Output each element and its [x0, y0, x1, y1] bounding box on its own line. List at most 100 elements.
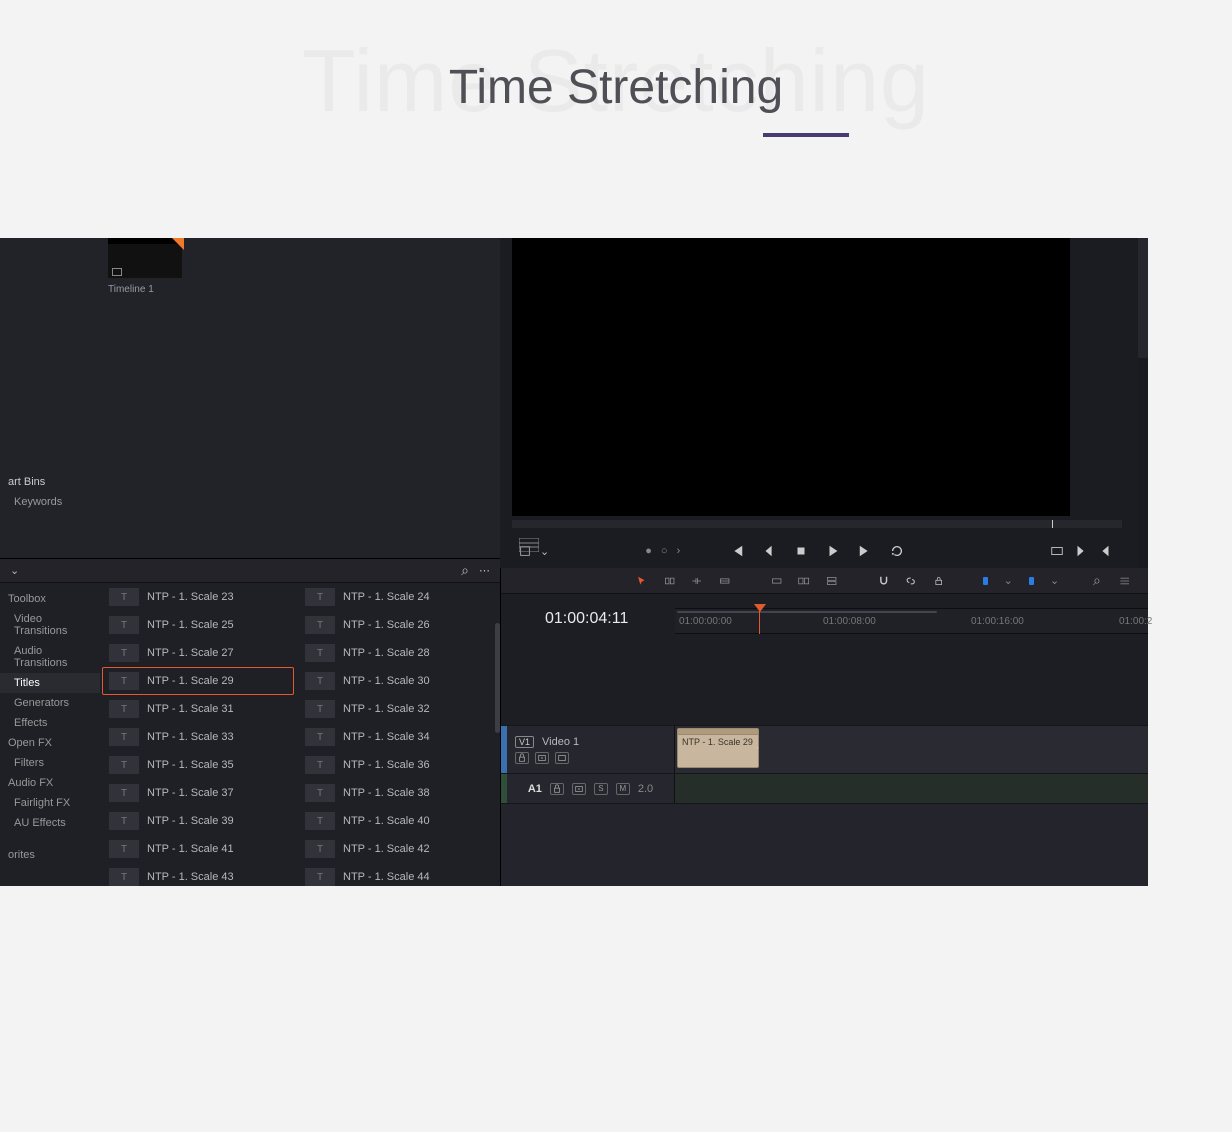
fx-collapse-chevron-icon[interactable]: ⌄ [10, 564, 19, 577]
track-auto-select-icon[interactable] [535, 752, 549, 764]
tree-au-effects[interactable]: AU Effects [0, 813, 100, 833]
go-start-icon[interactable] [730, 544, 744, 558]
fx-options-icon[interactable]: ⋯ [479, 564, 490, 577]
effects-item[interactable]: TNTP - 1. Scale 32 [298, 695, 490, 723]
tree-video-transitions[interactable]: Video Transitions [0, 609, 100, 641]
crop-chevron-icon[interactable]: ⌄ [540, 545, 549, 558]
tree-audiofx[interactable]: Audio FX [0, 773, 100, 793]
audio-track-header[interactable]: A1 S M 2.0 [507, 774, 675, 803]
go-end-icon[interactable] [858, 544, 872, 558]
tree-generators[interactable]: Generators [0, 693, 100, 713]
flag-chevron-1-icon[interactable]: ⌄ [1004, 574, 1013, 587]
effects-item[interactable]: TNTP - 1. Scale 25 [102, 611, 294, 639]
title-thumb-icon: T [305, 812, 335, 830]
effects-item[interactable]: TNTP - 1. Scale 33 [102, 723, 294, 751]
tree-titles[interactable]: Titles [0, 673, 100, 693]
effects-item[interactable]: TNTP - 1. Scale 42 [298, 835, 490, 863]
timeline-view-icon[interactable] [519, 538, 539, 552]
tree-fairlight[interactable]: Fairlight FX [0, 793, 100, 813]
link-icon[interactable] [905, 572, 916, 590]
timeline-clip[interactable]: NTP - 1. Scale 29 ⇥ [677, 728, 759, 768]
effects-item[interactable]: TNTP - 1. Scale 38 [298, 779, 490, 807]
effects-item[interactable]: TNTP - 1. Scale 35 [102, 751, 294, 779]
track-display-icon[interactable] [555, 752, 569, 764]
replace-tool-icon[interactable] [798, 572, 809, 590]
snap-magnet-icon[interactable] [878, 572, 889, 590]
effects-item[interactable]: TNTP - 1. Scale 41 [102, 835, 294, 863]
selection-tool-icon[interactable] [636, 572, 647, 590]
effects-item-label: NTP - 1. Scale 29 [147, 675, 234, 687]
tree-audio-transitions[interactable]: Audio Transitions [0, 641, 100, 673]
insert-tool-icon[interactable] [719, 572, 730, 590]
effects-item-label: NTP - 1. Scale 38 [343, 787, 430, 799]
tree-filters[interactable]: Filters [0, 753, 100, 773]
overwrite-tool-icon[interactable] [771, 572, 782, 590]
stop-icon[interactable] [794, 544, 808, 558]
prev-frame-icon[interactable] [762, 544, 776, 558]
transport-controls: ⌄ ● ○ › [512, 536, 1122, 566]
effects-item-label: NTP - 1. Scale 35 [147, 759, 234, 771]
effects-item[interactable]: TNTP - 1. Scale 24 [298, 583, 490, 611]
audio-track-tag: A1 [528, 783, 542, 795]
tree-effects[interactable]: Effects [0, 713, 100, 733]
loop-icon[interactable] [890, 544, 904, 558]
search-icon[interactable]: ⌕ [461, 562, 469, 579]
effects-item[interactable]: TNTP - 1. Scale 26 [298, 611, 490, 639]
effects-item[interactable]: TNTP - 1. Scale 37 [102, 779, 294, 807]
effects-item[interactable]: TNTP - 1. Scale 39 [102, 807, 294, 835]
effects-item[interactable]: TNTP - 1. Scale 28 [298, 639, 490, 667]
trim-tool-icon[interactable] [691, 572, 702, 590]
fit-tool-icon[interactable] [826, 572, 837, 590]
timeline-toolbar: ⌄ ⌄ ⌕ [501, 568, 1148, 594]
flag-marker-2[interactable] [1029, 577, 1034, 585]
effects-item-label: NTP - 1. Scale 36 [343, 759, 430, 771]
flag-marker-1[interactable] [983, 577, 988, 585]
effects-item[interactable]: TNTP - 1. Scale 43 [102, 863, 294, 886]
play-icon[interactable] [826, 544, 840, 558]
smart-bins-keywords[interactable]: Keywords [0, 492, 100, 512]
match-frame-icon[interactable] [1050, 544, 1064, 558]
timeline-thumbnail[interactable] [108, 238, 182, 278]
audio-auto-select-icon[interactable] [572, 783, 586, 795]
video-track-lane[interactable]: NTP - 1. Scale 29 ⇥ [675, 726, 1148, 773]
effects-item[interactable]: TNTP - 1. Scale 40 [298, 807, 490, 835]
tree-favorites[interactable]: orites [0, 845, 100, 865]
smart-bins-header[interactable]: art Bins [0, 472, 100, 492]
next-edit-icon[interactable] [1074, 544, 1088, 558]
effects-item[interactable]: TNTP - 1. Scale 34 [298, 723, 490, 751]
audio-solo-button[interactable]: S [594, 783, 608, 795]
nav-dots[interactable]: ● ○ › [645, 545, 683, 557]
lock-icon[interactable] [933, 572, 944, 590]
effects-item-label: NTP - 1. Scale 42 [343, 843, 430, 855]
flag-chevron-2-icon[interactable]: ⌄ [1050, 574, 1059, 587]
preview-viewer[interactable] [512, 238, 1070, 516]
track-lock-icon[interactable] [515, 752, 529, 764]
effects-item[interactable]: TNTP - 1. Scale 31 [102, 695, 294, 723]
effects-item[interactable]: TNTP - 1. Scale 23 [102, 583, 294, 611]
title-thumb-icon: T [305, 700, 335, 718]
effects-item-label: NTP - 1. Scale 43 [147, 871, 234, 883]
video-track-row: V1 Video 1 NTP - 1. Scale 29 ⇥ [501, 726, 1148, 774]
timeline-ruler[interactable]: 01:00:00:00 01:00:08:00 01:00:16:00 01:0… [675, 608, 1148, 634]
effects-item[interactable]: TNTP - 1. Scale 36 [298, 751, 490, 779]
timeline-options-icon[interactable] [1119, 572, 1130, 590]
prev-edit-icon[interactable] [1098, 544, 1112, 558]
effects-item[interactable]: TNTP - 1. Scale 30 [298, 667, 490, 695]
viewer-scrub-bar[interactable] [512, 520, 1122, 528]
tree-toolbox[interactable]: Toolbox [0, 589, 100, 609]
scrub-position-marker [1052, 520, 1053, 528]
title-thumb-icon: T [109, 812, 139, 830]
timeline-tracks: V1 Video 1 NTP - 1. Scale 29 ⇥ [501, 634, 1148, 886]
audio-lock-icon[interactable] [550, 783, 564, 795]
video-track-header[interactable]: V1 Video 1 [507, 726, 675, 773]
effects-item[interactable]: TNTP - 1. Scale 27 [102, 639, 294, 667]
audio-track-lane[interactable] [675, 774, 1148, 803]
clip-trim-handle-icon[interactable]: ⇥ [756, 739, 759, 756]
blade-tool-icon[interactable] [664, 572, 675, 590]
effects-item[interactable]: TNTP - 1. Scale 44 [298, 863, 490, 886]
tree-openfx[interactable]: Open FX [0, 733, 100, 753]
zoom-search-icon[interactable]: ⌕ [1091, 572, 1102, 590]
timeline-timecode[interactable]: 01:00:04:11 [545, 610, 628, 628]
effects-item[interactable]: TNTP - 1. Scale 29 [102, 667, 294, 695]
audio-mute-button[interactable]: M [616, 783, 630, 795]
